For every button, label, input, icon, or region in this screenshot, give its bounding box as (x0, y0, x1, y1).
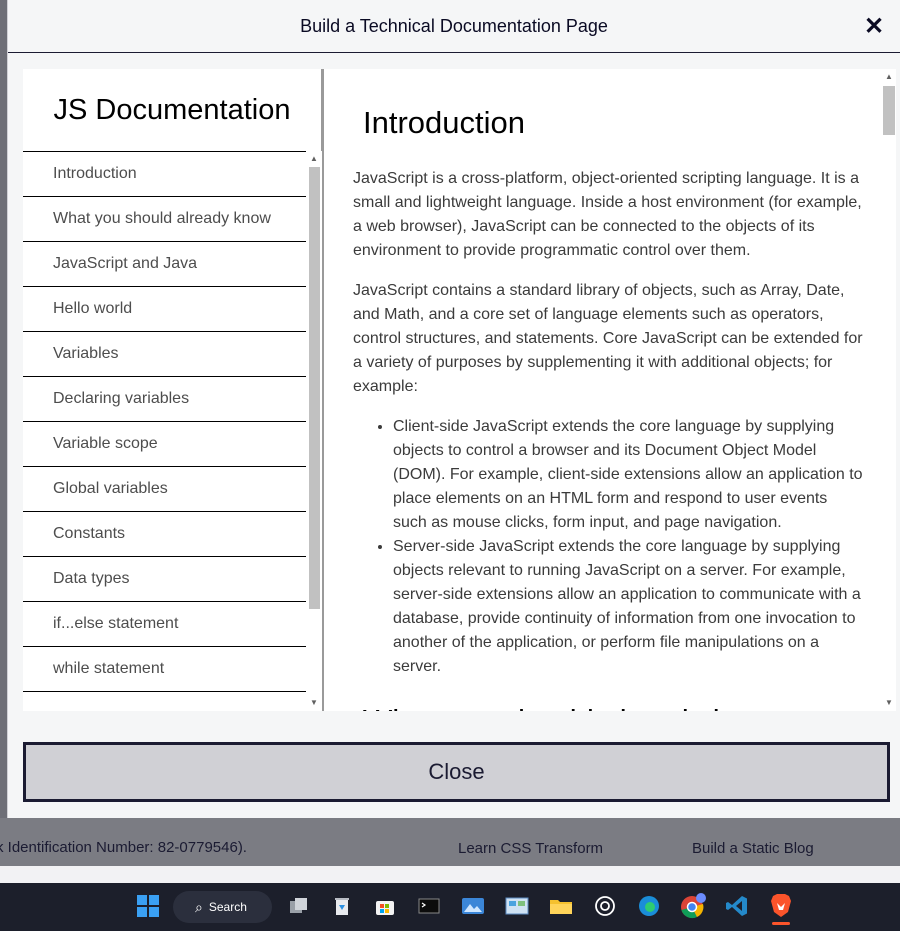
taskbar-search-button[interactable]: ⌕ Search (173, 891, 272, 923)
main-scrollbar-thumb[interactable] (883, 86, 895, 135)
navbar: JS Documentation Introduction What you s… (23, 69, 324, 711)
edge-browser-icon[interactable] (634, 891, 664, 921)
page-bottom-strip (0, 866, 900, 883)
active-app-indicator (772, 922, 790, 925)
section-heading-introduction: Introduction (363, 105, 525, 140)
nav-link-declaring-variables[interactable]: Declaring variables (23, 377, 306, 422)
modal-title: Build a Technical Documentation Page (300, 15, 608, 36)
list-item: Server-side JavaScript extends the core … (393, 535, 863, 679)
chatgpt-icon[interactable] (590, 891, 620, 921)
close-icon[interactable]: ✕ (860, 12, 888, 40)
main-scrollbar[interactable]: ▲ ▼ (881, 69, 896, 711)
section-heading-what-you-should-already-know: What you should already know (363, 703, 863, 711)
search-icon: ⌕ (195, 898, 203, 915)
task-view-icon[interactable] (284, 891, 314, 921)
scroll-up-arrow-icon[interactable]: ▲ (885, 73, 893, 81)
nav-title: JS Documentation (53, 93, 291, 126)
nav-link-what-you-should-already-know[interactable]: What you should already know (23, 197, 306, 242)
modal-header: Build a Technical Documentation Page ✕ (8, 0, 900, 53)
nav-link-data-types[interactable]: Data types (23, 557, 306, 602)
intro-list: Client-side JavaScript extends the core … (393, 415, 863, 679)
preview-frame: JS Documentation Introduction What you s… (23, 69, 896, 711)
nav-link-if-else-statement[interactable]: if...else statement (23, 602, 306, 647)
vscode-icon[interactable] (722, 891, 752, 921)
nav-link-variables[interactable]: Variables (23, 332, 306, 377)
close-button[interactable]: Close (23, 742, 890, 802)
taskbar-search-label: Search (208, 900, 247, 914)
control-panel-icon[interactable] (502, 891, 532, 921)
main-doc: Introduction JavaScript is a cross-platf… (327, 69, 881, 711)
recycle-bin-icon[interactable] (327, 891, 357, 921)
microsoft-store-icon[interactable] (370, 891, 400, 921)
photos-icon[interactable] (458, 891, 488, 921)
nav-link-constants[interactable]: Constants (23, 512, 306, 557)
challenge-modal: Build a Technical Documentation Page ✕ J… (7, 0, 900, 818)
chrome-browser-icon[interactable] (678, 891, 708, 921)
scroll-down-arrow-icon[interactable]: ▼ (310, 699, 318, 707)
nav-scrollbar[interactable]: ▲ ▼ (307, 151, 322, 711)
intro-paragraph-1: JavaScript is a cross-platform, object-o… (353, 170, 862, 259)
nav-list: Introduction What you should already kno… (23, 151, 306, 711)
tax-id-text: k Identification Number: 82-0779546). (0, 839, 247, 856)
nav-scrollbar-thumb[interactable] (309, 167, 320, 609)
intro-paragraph-2: JavaScript contains a standard library o… (353, 282, 863, 395)
nav-link-hello-world[interactable]: Hello world (23, 287, 306, 332)
nav-link-javascript-and-java[interactable]: JavaScript and Java (23, 242, 306, 287)
nav-link-global-variables[interactable]: Global variables (23, 467, 306, 512)
nav-link-introduction[interactable]: Introduction (23, 152, 306, 197)
brave-browser-icon[interactable] (766, 891, 796, 925)
scroll-down-arrow-icon[interactable]: ▼ (885, 699, 893, 707)
file-explorer-icon[interactable] (546, 891, 576, 921)
nav-header: JS Documentation (23, 69, 321, 151)
nav-link-while-statement[interactable]: while statement (23, 647, 306, 692)
nav-link-variable-scope[interactable]: Variable scope (23, 422, 306, 467)
scroll-up-arrow-icon[interactable]: ▲ (310, 155, 318, 163)
list-item: Client-side JavaScript extends the core … (393, 415, 863, 535)
terminal-icon[interactable] (414, 891, 444, 921)
footer-link-static-blog[interactable]: Build a Static Blog (692, 840, 814, 857)
windows-start-icon[interactable] (133, 891, 163, 921)
footer-link-css-transform[interactable]: Learn CSS Transform (458, 840, 603, 857)
